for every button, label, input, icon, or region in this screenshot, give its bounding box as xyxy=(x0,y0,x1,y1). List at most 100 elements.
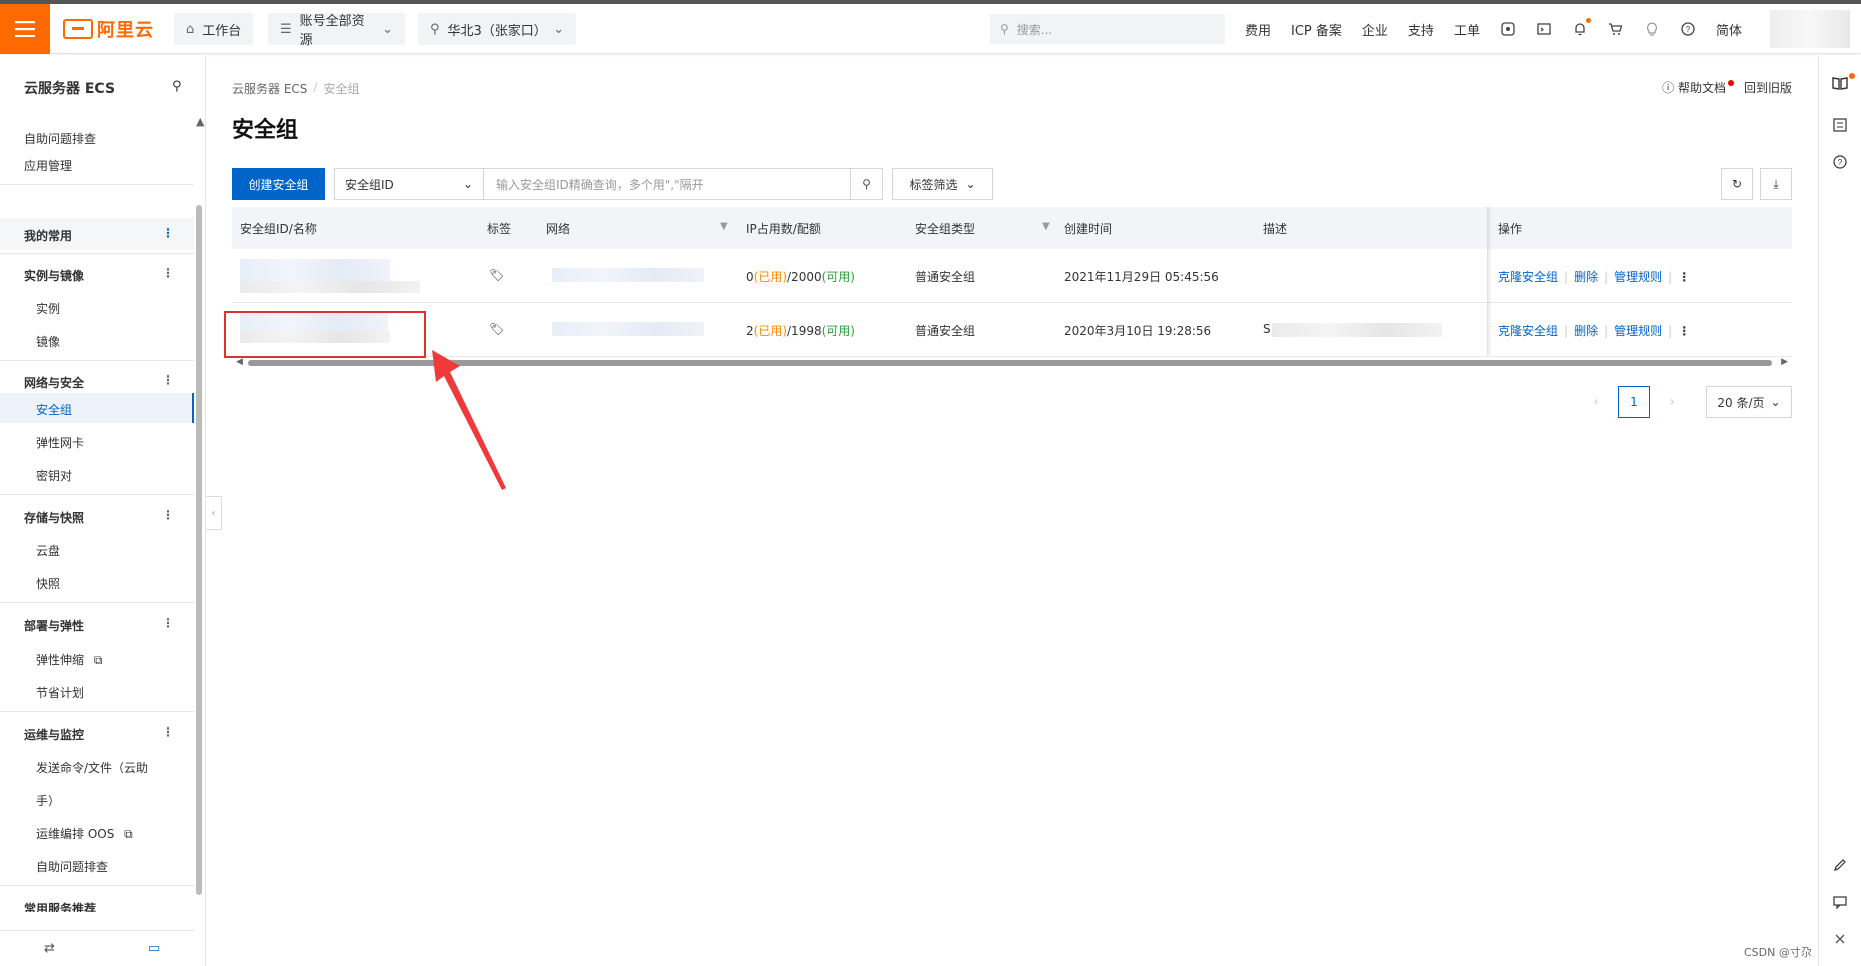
chat-icon[interactable] xyxy=(1830,892,1850,912)
bell-icon[interactable] xyxy=(1572,18,1591,37)
manage-rules-link[interactable]: 管理规则 xyxy=(1614,324,1662,338)
nav-icp[interactable]: ICP 备案 xyxy=(1291,20,1342,39)
more-icon[interactable]: ⋮ xyxy=(162,725,174,739)
redacted-network[interactable] xyxy=(552,322,704,336)
sidebar-item-keypair[interactable]: 密钥对 xyxy=(36,467,72,484)
tag-icon[interactable]: 🏷 xyxy=(489,268,504,282)
help-docs-link[interactable]: ⓘ 帮助文档 xyxy=(1662,79,1726,96)
clone-security-group-link[interactable]: 克隆安全组 xyxy=(1498,324,1558,338)
sidebar-group-ops[interactable]: 运维与监控 xyxy=(24,726,174,743)
sidebar-group-instances[interactable]: 实例与镜像 xyxy=(24,267,174,284)
resources-dropdown[interactable]: ☰ 账号全部资源 ⌄ xyxy=(268,13,405,48)
sidebar-item-app-management[interactable]: 应用管理 xyxy=(24,157,72,174)
tag-filter-dropdown[interactable]: 标签筛选 ⌄ xyxy=(892,168,993,200)
language-switch[interactable]: 简体 xyxy=(1716,20,1742,39)
region-dropdown[interactable]: ⚲ 华北3（张家口） ⌄ xyxy=(418,13,576,45)
help-icon[interactable]: ? xyxy=(1680,21,1696,37)
refresh-button[interactable]: ↻ xyxy=(1721,168,1753,200)
sidebar-item-disk[interactable]: 云盘 xyxy=(36,542,60,559)
nav-ticket[interactable]: 工单 xyxy=(1454,20,1480,39)
help-docs-label: 帮助文档 xyxy=(1677,81,1726,95)
external-link-icon: ⧉ xyxy=(93,653,103,667)
sidebar-item-savings-plan[interactable]: 节省计划 xyxy=(36,684,84,701)
filter-icon[interactable]: ▼ xyxy=(720,221,728,232)
sidebar-item-snapshot[interactable]: 快照 xyxy=(36,575,60,592)
sidebar-item-autoscaling[interactable]: 弹性伸缩 ⧉ xyxy=(36,651,102,668)
sidebar-group-network[interactable]: 网络与安全 xyxy=(24,374,174,391)
book-icon[interactable] xyxy=(1830,73,1850,93)
col-tags: 标签 xyxy=(487,222,512,236)
cart-icon[interactable] xyxy=(1608,21,1624,37)
create-security-group-button[interactable]: 创建安全组 xyxy=(232,168,325,200)
sidebar-item-security-group[interactable]: 安全组 xyxy=(36,401,72,418)
sidebar-collapse-icon[interactable]: ▲ xyxy=(196,115,204,128)
annotation-arrow xyxy=(432,350,506,490)
security-group-search-input[interactable]: 输入安全组ID精确查询，多个用","隔开 xyxy=(483,168,851,200)
sidebar-item-send-command-cont[interactable]: 手） xyxy=(36,792,60,809)
more-icon[interactable]: ⋮ xyxy=(162,508,174,522)
delete-link[interactable]: 删除 xyxy=(1574,270,1598,284)
more-icon[interactable]: ⋮ xyxy=(162,266,174,280)
prev-page-icon[interactable]: ‹ xyxy=(1586,394,1606,410)
nav-enterprise[interactable]: 企业 xyxy=(1362,20,1388,39)
next-page-icon[interactable]: › xyxy=(1662,394,1682,410)
edit-icon[interactable] xyxy=(1830,855,1850,875)
redacted-id[interactable] xyxy=(240,259,390,281)
ip-available-label: (可用) xyxy=(821,270,855,284)
more-icon[interactable]: ⋮ xyxy=(162,373,174,387)
page-number-current[interactable]: 1 xyxy=(1618,386,1650,418)
avatar[interactable] xyxy=(1770,10,1850,48)
close-icon[interactable] xyxy=(1830,929,1850,949)
nav-fees[interactable]: 费用 xyxy=(1245,20,1271,39)
more-actions-icon[interactable]: ⋮ xyxy=(1678,324,1690,338)
feedback-icon[interactable]: ▭ xyxy=(148,941,160,956)
redacted-network[interactable] xyxy=(552,268,704,282)
sidebar-toggle-handle[interactable]: ‹ xyxy=(206,496,222,530)
sidebar-item-self-diagnosis-2[interactable]: 自助问题排查 xyxy=(36,858,108,875)
menu-button[interactable] xyxy=(0,4,50,54)
download-button[interactable]: ⤓ xyxy=(1760,168,1792,200)
help-icon[interactable]: ? xyxy=(1830,152,1850,172)
sidebar-group-deploy[interactable]: 部署与弹性 xyxy=(24,617,174,634)
workbench-button[interactable]: ⌂ 工作台 xyxy=(174,13,254,45)
chevron-down-icon: ⌄ xyxy=(1770,395,1781,409)
sidebar-group-storage[interactable]: 存储与快照 xyxy=(24,509,174,526)
manage-rules-link[interactable]: 管理规则 xyxy=(1614,270,1662,284)
filter-icon[interactable]: ▼ xyxy=(1042,221,1050,232)
sidebar-item-images[interactable]: 镜像 xyxy=(36,333,60,350)
delete-link[interactable]: 删除 xyxy=(1574,324,1598,338)
page-size-select[interactable]: 20 条/页 ⌄ xyxy=(1706,386,1792,418)
switch-icon[interactable]: ⇄ xyxy=(44,941,55,956)
sidebar-item-instances[interactable]: 实例 xyxy=(36,300,60,317)
scroll-left-arrow-icon[interactable]: ◀ xyxy=(236,357,243,367)
global-search-input[interactable]: ⚲ 搜索... xyxy=(990,14,1225,44)
more-icon[interactable]: ⋮ xyxy=(162,226,174,240)
search-field-select[interactable]: 安全组ID ⌄ xyxy=(334,168,484,200)
sidebar-item-eni[interactable]: 弹性网卡 xyxy=(36,434,84,451)
sidebar: 云服务器 ECS ⚲ ▲ 自助问题排查 应用管理 我的常用 ⋮ 实例与镜像 ⋮ … xyxy=(0,55,206,966)
scroll-right-arrow-icon[interactable]: ▶ xyxy=(1781,357,1788,367)
toolbar: 创建安全组 安全组ID ⌄ 输入安全组ID精确查询，多个用","隔开 ⚲ 标签筛… xyxy=(232,168,1792,200)
sidebar-group-recommended[interactable]: 常用服务推荐 xyxy=(24,900,174,912)
more-actions-icon[interactable]: ⋮ xyxy=(1678,270,1690,284)
clone-security-group-link[interactable]: 克隆安全组 xyxy=(1498,270,1558,284)
lightbulb-icon[interactable] xyxy=(1644,21,1660,37)
tag-icon[interactable]: 🏷 xyxy=(489,322,504,336)
app-icon[interactable] xyxy=(1500,21,1516,37)
sidebar-search-icon[interactable]: ⚲ xyxy=(172,79,182,94)
list-icon[interactable] xyxy=(1830,115,1850,135)
aliyun-logo[interactable]: 阿里云 xyxy=(63,16,154,42)
sidebar-group-favorites[interactable]: 我的常用 xyxy=(24,227,174,244)
nav-support[interactable]: 支持 xyxy=(1408,20,1434,39)
search-button[interactable]: ⚲ xyxy=(850,168,883,200)
terminal-icon[interactable] xyxy=(1536,21,1552,37)
breadcrumb-root[interactable]: 云服务器 ECS xyxy=(232,80,307,97)
sidebar-scrollbar[interactable] xyxy=(196,205,202,895)
sidebar-item-oos[interactable]: 运维编排 OOS ⧉ xyxy=(36,825,133,842)
action-separator: | xyxy=(1604,324,1609,338)
old-version-link[interactable]: 回到旧版 xyxy=(1744,79,1792,96)
sidebar-item-send-command[interactable]: 发送命令/文件（云助 xyxy=(36,759,148,776)
divider xyxy=(0,711,194,712)
more-icon[interactable]: ⋮ xyxy=(162,616,174,630)
sidebar-item-self-diagnosis[interactable]: 自助问题排查 xyxy=(24,130,96,147)
